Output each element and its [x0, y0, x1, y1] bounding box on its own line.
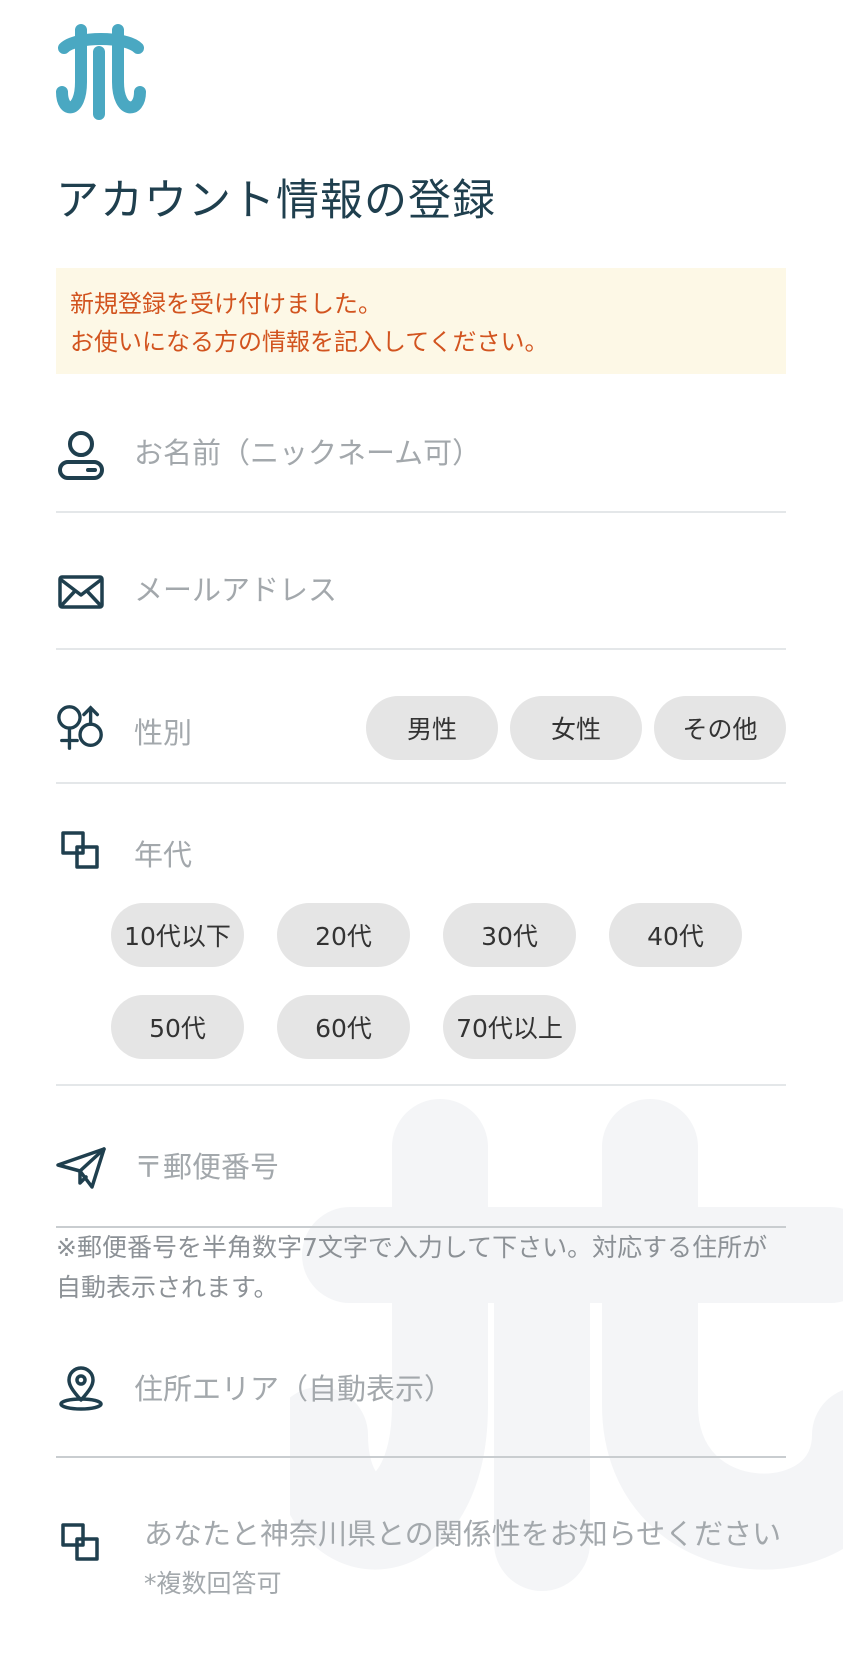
divider [56, 648, 786, 650]
gender-option-male[interactable]: 男性 [366, 696, 498, 760]
notice-line-2: お使いになる方の情報を記入してください。 [70, 328, 549, 356]
divider [56, 782, 786, 784]
kanagawa-logo [56, 24, 146, 120]
mail-icon [56, 567, 106, 617]
name-input[interactable] [134, 436, 774, 470]
copy-icon [56, 1518, 106, 1568]
divider [56, 511, 786, 513]
relation-label-text: あなたと神奈川県との関係性をお知らせください [144, 1517, 782, 1551]
relation-label: あなたと神奈川県との関係性をお知らせください *複数回答可 [144, 1510, 784, 1608]
notice-line-1: 新規登録を受け付けました。 [70, 290, 382, 318]
address-area-input[interactable] [134, 1372, 774, 1406]
age-option-70s-over[interactable]: 70代以上 [443, 995, 576, 1059]
age-option-30s[interactable]: 30代 [443, 903, 576, 967]
copy-icon [56, 826, 106, 876]
location-pin-icon [56, 1364, 106, 1414]
page-title: アカウント情報の登録 [56, 176, 496, 226]
postal-code-input[interactable] [134, 1150, 774, 1184]
age-option-10s-under[interactable]: 10代以下 [111, 903, 244, 967]
notice-banner: 新規登録を受け付けました。 お使いになる方の情報を記入してください。 [56, 268, 786, 374]
age-label: 年代 [134, 838, 193, 872]
gender-label: 性別 [134, 716, 193, 750]
divider [56, 1084, 786, 1086]
gender-option-female[interactable]: 女性 [510, 696, 642, 760]
age-option-40s[interactable]: 40代 [609, 903, 742, 967]
age-option-50s[interactable]: 50代 [111, 995, 244, 1059]
age-option-60s[interactable]: 60代 [277, 995, 410, 1059]
relation-sub-label: *複数回答可 [144, 1569, 282, 1598]
email-input[interactable] [134, 573, 774, 607]
gender-option-other[interactable]: その他 [654, 696, 786, 760]
age-option-20s[interactable]: 20代 [277, 903, 410, 967]
send-icon [56, 1143, 106, 1193]
user-icon [56, 430, 106, 480]
gender-icon [56, 703, 106, 753]
divider [56, 1456, 786, 1458]
postal-code-note: ※郵便番号を半角数字7文字で入力して下さい。対応する住所が自動表示されます。 [56, 1233, 768, 1302]
